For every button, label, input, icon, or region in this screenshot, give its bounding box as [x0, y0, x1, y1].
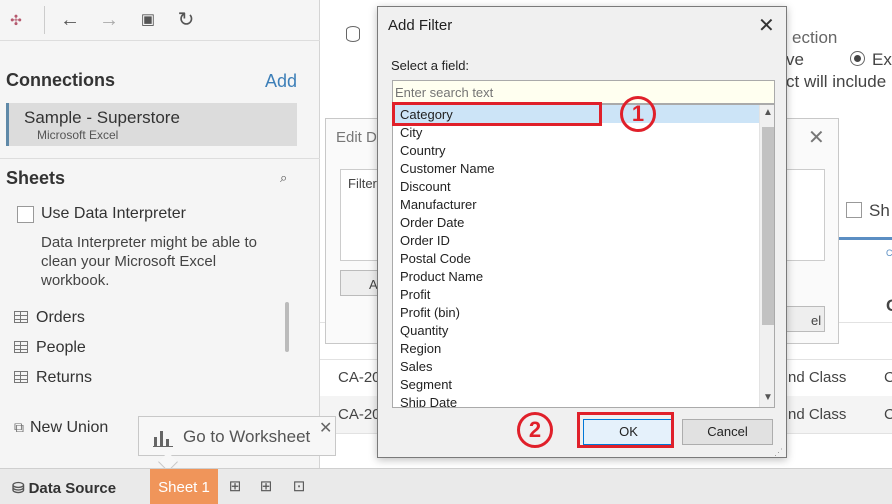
add-filter-button[interactable]: A	[340, 270, 380, 296]
list-item[interactable]: Product Name	[393, 267, 759, 285]
list-item[interactable]: Sales	[393, 357, 759, 375]
extract-radio[interactable]	[850, 51, 865, 66]
sheet-item[interactable]: Orders	[14, 309, 85, 331]
use-interpreter-checkbox[interactable]	[17, 206, 34, 223]
back-arrow-icon[interactable]: ←	[58, 8, 82, 32]
connection-item[interactable]: Sample - Superstore Microsoft Excel	[6, 103, 297, 146]
tableau-logo-icon[interactable]: ✣	[4, 8, 28, 32]
scroll-down-icon[interactable]: ▼	[760, 390, 774, 406]
new-union-item[interactable]: ⧉ New Union	[14, 419, 108, 441]
table-cell: CA-20	[338, 406, 381, 423]
toolbar: ✣ ← → ▣ ↻	[0, 0, 320, 40]
database-icon: ⛁	[12, 480, 25, 497]
connection-name: Sample - Superstore	[24, 108, 180, 127]
divider	[0, 40, 320, 41]
select-field-label: Select a field:	[391, 58, 470, 73]
resize-grip-icon[interactable]: ⋰	[774, 447, 783, 458]
list-item[interactable]: Region	[393, 339, 759, 357]
sheet-label: Returns	[36, 369, 93, 386]
sheet-item[interactable]: Returns	[14, 369, 92, 391]
go-to-worksheet-tooltip[interactable]: Go to Worksheet ✕	[138, 416, 336, 472]
table-cell: C	[884, 369, 892, 386]
list-item[interactable]: Ship Date	[393, 393, 759, 407]
new-worksheet-icon[interactable]: ⊞	[225, 477, 245, 497]
list-item[interactable]: Customer Name	[393, 159, 759, 177]
list-item[interactable]: Quantity	[393, 321, 759, 339]
tableau-window: ection ve Ex ct will include Sh C C CA-2…	[0, 0, 892, 504]
bar-chart-icon	[153, 431, 173, 447]
show-checkbox[interactable]	[846, 202, 862, 218]
live-option-fragment[interactable]: ve	[786, 50, 804, 70]
table-icon	[14, 311, 28, 323]
column-header-accent	[838, 237, 892, 240]
edit-dialog-title: Edit D	[336, 129, 377, 146]
union-icon: ⧉	[14, 419, 24, 435]
step-badge: 2	[517, 412, 553, 448]
scrollbar-thumb[interactable]	[762, 127, 774, 325]
list-item[interactable]: Order Date	[393, 213, 759, 231]
column-type-fragment: C	[886, 248, 892, 258]
new-story-icon[interactable]: ⊡	[289, 477, 309, 497]
list-item[interactable]: Discount	[393, 177, 759, 195]
sheet-label: People	[36, 339, 86, 356]
database-icon	[346, 26, 360, 42]
step-badge: 1	[620, 96, 656, 132]
bottom-tab-bar: ⛁ Data Source Sheet 1 ⊞ ⊞ ⊡	[0, 468, 892, 504]
new-dashboard-icon[interactable]: ⊞	[256, 477, 276, 497]
connection-type: Microsoft Excel	[37, 128, 119, 142]
go-to-worksheet-label: Go to Worksheet	[183, 427, 311, 446]
list-item[interactable]: Profit (bin)	[393, 303, 759, 321]
filters-header: Filter	[348, 176, 377, 191]
table-icon	[14, 371, 28, 383]
refresh-icon[interactable]: ↻	[174, 8, 198, 32]
scrollbar[interactable]	[285, 302, 289, 352]
add-filter-dialog: Add Filter ✕ Select a field: Category Ci…	[377, 6, 787, 458]
list-item[interactable]: Order ID	[393, 231, 759, 249]
column-name-fragment: C	[886, 296, 892, 316]
interpreter-hint: Data Interpreter might be able to clean …	[41, 234, 257, 289]
search-icon[interactable]: ⌕	[280, 170, 287, 186]
show-label-fragment: Sh	[869, 201, 890, 220]
scroll-up-icon[interactable]: ▲	[760, 105, 774, 121]
tab-sheet1[interactable]: Sheet 1	[150, 469, 218, 504]
highlight-category	[392, 102, 602, 126]
left-pane: ✣ ← → ▣ ↻ Connections Add Sample - Super…	[0, 0, 320, 468]
sheet-item[interactable]: People	[14, 339, 86, 361]
dialog-title: Add Filter	[388, 17, 453, 34]
sheet-label: Orders	[36, 309, 85, 326]
close-icon[interactable]: ✕	[758, 13, 775, 38]
list-item[interactable]: Postal Code	[393, 249, 759, 267]
table-cell: nd Class	[788, 406, 847, 423]
list-item[interactable]: Manufacturer	[393, 195, 759, 213]
forward-arrow-icon[interactable]: →	[97, 8, 121, 32]
extract-note-fragment: ct will include	[786, 72, 887, 91]
table-icon	[14, 341, 28, 353]
add-connection-link[interactable]: Add	[265, 71, 297, 92]
extract-option-fragment[interactable]: Ex	[872, 50, 892, 70]
cancel-button[interactable]: Cancel	[682, 419, 773, 445]
list-item[interactable]: Profit	[393, 285, 759, 303]
connections-title: Connections	[6, 70, 116, 90]
field-list[interactable]: Category City Country Customer Name Disc…	[392, 104, 775, 408]
search-input[interactable]	[392, 80, 775, 104]
close-icon[interactable]: ✕	[319, 418, 332, 438]
table-cell: nd Class	[788, 369, 847, 386]
use-interpreter-label[interactable]: Use Data Interpreter	[41, 205, 186, 223]
sheets-title: Sheets	[6, 168, 66, 188]
toolbar-separator	[44, 6, 45, 34]
highlight-ok	[577, 412, 674, 448]
new-union-label: New Union	[30, 419, 109, 436]
close-icon[interactable]: ✕	[808, 125, 825, 150]
list-item[interactable]: Country	[393, 141, 759, 159]
table-cell: CA-20	[338, 369, 381, 386]
save-icon[interactable]: ▣	[136, 8, 160, 32]
table-cell: C	[884, 406, 892, 423]
connection-label-fragment: ection	[792, 28, 838, 47]
tab-data-source[interactable]: ⛁ Data Source	[0, 469, 150, 504]
divider	[0, 158, 320, 159]
list-scrollbar[interactable]: ▲ ▼	[759, 105, 774, 407]
list-item[interactable]: Segment	[393, 375, 759, 393]
